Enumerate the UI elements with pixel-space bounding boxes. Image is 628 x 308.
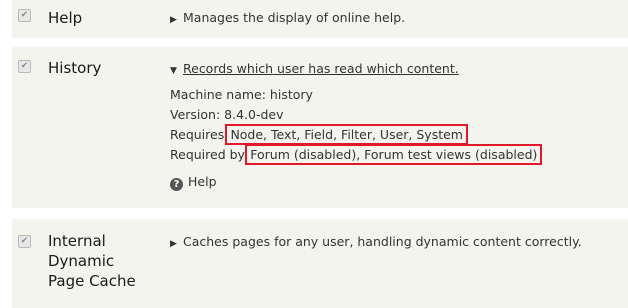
- requires-value: Node, Text, Field, Filter, User, System: [225, 124, 468, 145]
- module-name-dynamic-page-cache: Internal Dynamic Page Cache: [48, 231, 136, 291]
- module-description-toggle-dynamic-page-cache[interactable]: ▶ Caches pages for any user, handling dyn…: [170, 234, 582, 252]
- module-name-help: Help: [48, 9, 83, 27]
- machine-name: Machine name: history: [170, 87, 313, 102]
- triangle-right-icon: ▶: [170, 15, 177, 25]
- module-name-history: History: [48, 59, 102, 77]
- module-checkbox-history[interactable]: ✔: [18, 60, 31, 73]
- module-checkbox-help[interactable]: ✔: [18, 9, 31, 22]
- help-link[interactable]: ? Help: [170, 172, 217, 192]
- module-description-toggle-history[interactable]: ▼ Records which user has read which conte…: [170, 61, 459, 79]
- required-by-value: Forum (disabled), Forum test views (disa…: [245, 144, 543, 165]
- required-by-line: Required by: Forum (disabled), Forum test…: [170, 144, 543, 165]
- question-circle-icon: ?: [170, 178, 183, 191]
- triangle-right-icon: ▶: [170, 239, 177, 249]
- required-by-label: Required by:: [170, 147, 249, 162]
- module-description-dynamic-page-cache: Caches pages for any user, handling dyna…: [183, 234, 582, 249]
- module-checkbox-dynamic-page-cache[interactable]: ✔: [18, 235, 31, 248]
- version: Version: 8.4.0-dev: [170, 107, 284, 122]
- module-description-help: Manages the display of online help.: [183, 10, 406, 25]
- module-description-toggle-help[interactable]: ▶ Manages the display of online help.: [170, 10, 405, 28]
- module-description-history: Records which user has read which conten…: [183, 61, 459, 76]
- module-name-line: Internal: [48, 232, 106, 250]
- triangle-down-icon: ▼: [170, 66, 177, 76]
- module-name-line: Page Cache: [48, 272, 136, 290]
- module-details-history: Machine name: history Version: 8.4.0-dev…: [170, 85, 543, 165]
- requires-label: Requires:: [170, 127, 229, 142]
- module-name-line: Dynamic: [48, 252, 115, 270]
- module-row-dynamic-page-cache: ✔ Internal Dynamic Page Cache ▶ Caches pa…: [12, 219, 628, 308]
- help-link-label: Help: [188, 174, 217, 189]
- module-row-history: ✔ History ▼ Records which user has read w…: [12, 47, 628, 208]
- requires-line: Requires: Node, Text, Field, Filter, User…: [170, 124, 539, 145]
- module-row-help: ✔ Help ▶ Manages the display of online he…: [12, 0, 628, 38]
